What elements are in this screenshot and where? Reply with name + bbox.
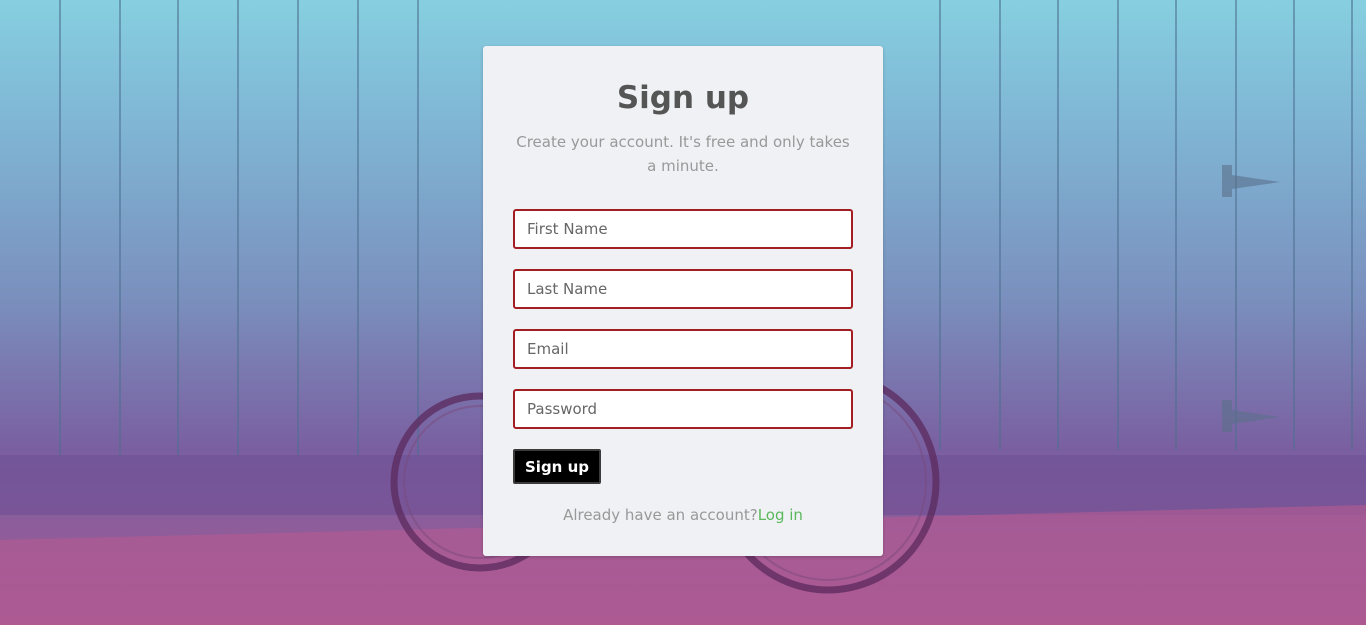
login-link[interactable]: Log in: [758, 506, 803, 524]
last-name-input[interactable]: [513, 269, 853, 309]
page-title: Sign up: [616, 80, 750, 116]
signup-card: Sign up Create your account. It's free a…: [483, 46, 883, 556]
password-input[interactable]: [513, 389, 853, 429]
login-prompt: Already have an account?Log in: [513, 506, 853, 524]
signup-button[interactable]: Sign up: [513, 449, 601, 484]
login-prompt-text: Already have an account?: [563, 506, 758, 524]
signup-hint: Create your account. It's free and only …: [516, 133, 850, 175]
signup-page: Sign up Create your account. It's free a…: [0, 0, 1366, 625]
first-name-input[interactable]: [513, 209, 853, 249]
email-input[interactable]: [513, 329, 853, 369]
